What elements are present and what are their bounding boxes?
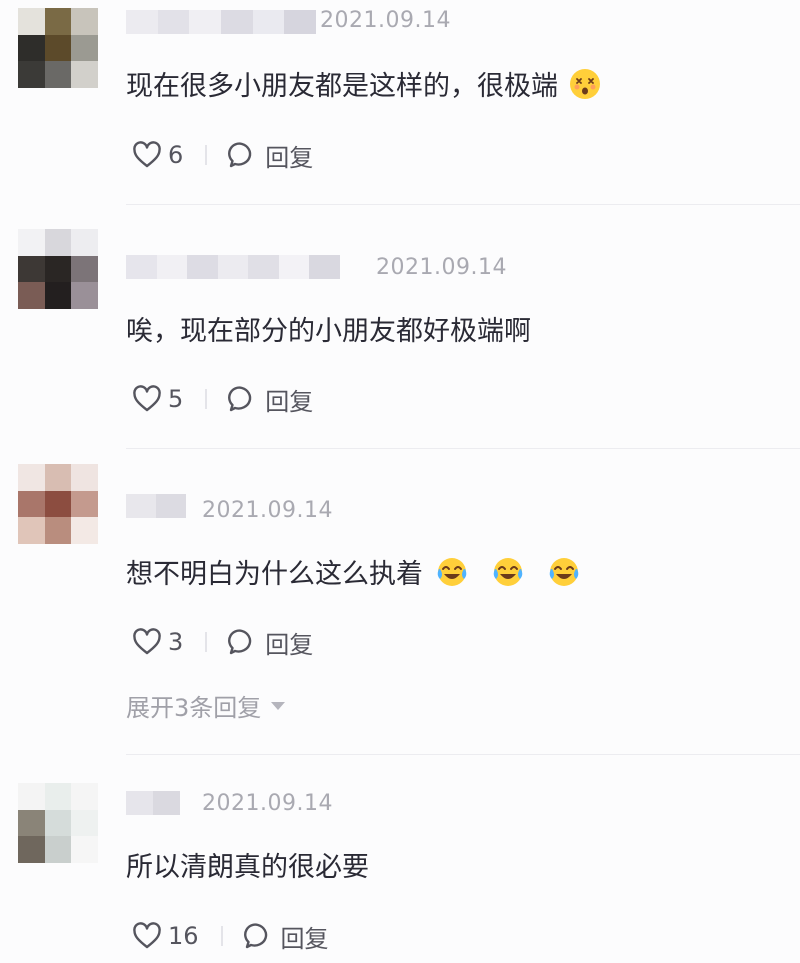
- reply-label: 回复: [265, 143, 314, 172]
- reply-button[interactable]: 回复: [227, 138, 313, 173]
- reply-label: 回复: [280, 924, 329, 953]
- username-blurred[interactable]: [126, 791, 180, 815]
- heart-icon: [133, 628, 161, 655]
- comment-text: 想不明白为什么这么执着: [126, 552, 581, 591]
- avatar[interactable]: [18, 783, 98, 863]
- username-blurred[interactable]: [126, 494, 186, 518]
- avatar[interactable]: [18, 229, 98, 309]
- like-button[interactable]: 16: [132, 922, 199, 950]
- comment-actions: 3 回复: [132, 624, 313, 660]
- divider: [205, 389, 208, 409]
- reply-label: 回复: [265, 630, 314, 659]
- comment-date: 2021.09.14: [320, 8, 451, 33]
- like-button[interactable]: 5: [132, 385, 183, 413]
- dizzy-face-emoji-icon: [570, 68, 600, 99]
- comment-item: 2021.09.14 唉，现在部分的小朋友都好极端啊 5 回复: [0, 205, 800, 450]
- divider: [205, 632, 208, 652]
- comment-text: 现在很多小朋友都是这样的，很极端: [126, 64, 602, 103]
- username-blurred[interactable]: [126, 255, 340, 279]
- speech-bubble-icon: [228, 142, 252, 168]
- avatar[interactable]: [18, 464, 98, 544]
- crying-laughing-emoji-icon: [437, 557, 467, 586]
- expand-replies-button[interactable]: 展开3条回复: [126, 688, 286, 723]
- comment-item: 2021.09.14 现在很多小朋友都是这样的，很极端 6 回复: [0, 0, 800, 205]
- heart-icon: [133, 385, 161, 412]
- reply-button[interactable]: 回复: [227, 625, 313, 660]
- comment-item: 2021.09.14 想不明白为什么这么执着 3 回复: [0, 450, 800, 755]
- comment-date: 2021.09.14: [202, 498, 333, 523]
- comment-text-content: 想不明白为什么这么执着: [126, 559, 423, 590]
- like-button[interactable]: 6: [132, 141, 183, 169]
- comment-actions: 16 回复: [132, 918, 329, 954]
- username-blurred[interactable]: [126, 10, 316, 34]
- heart-icon: [133, 141, 161, 168]
- comment-date: 2021.09.14: [376, 255, 507, 280]
- comment-text-content: 唉，现在部分的小朋友都好极端啊: [126, 316, 531, 347]
- speech-bubble-icon: [228, 629, 252, 655]
- speech-bubble-icon: [228, 386, 252, 412]
- reply-label: 回复: [265, 387, 314, 416]
- like-count: 16: [168, 922, 199, 950]
- comment-text-content: 现在很多小朋友都是这样的，很极端: [126, 71, 558, 102]
- speech-bubble-icon: [243, 923, 267, 949]
- reply-button[interactable]: 回复: [227, 382, 313, 417]
- comment-text: 所以清朗真的很必要: [126, 845, 369, 884]
- like-count: 5: [168, 385, 184, 413]
- divider: [220, 926, 223, 946]
- comment-text-content: 所以清朗真的很必要: [126, 852, 369, 883]
- like-button[interactable]: 3: [132, 628, 183, 656]
- divider: [126, 448, 800, 449]
- comment-item: 2021.09.14 所以清朗真的很必要 16 回复: [0, 755, 800, 963]
- comment-actions: 5 回复: [132, 381, 313, 417]
- caret-down-icon: [271, 701, 286, 710]
- divider: [205, 145, 208, 165]
- heart-icon: [133, 922, 161, 949]
- comment-actions: 6 回复: [132, 137, 313, 173]
- crying-laughing-emoji-icon: [549, 557, 579, 586]
- expand-replies-label: 展开3条回复: [126, 694, 262, 722]
- like-count: 6: [168, 141, 184, 169]
- comment-date: 2021.09.14: [202, 791, 333, 816]
- reply-button[interactable]: 回复: [243, 919, 329, 954]
- crying-laughing-emoji-icon: [493, 557, 523, 586]
- like-count: 3: [168, 628, 184, 656]
- comment-text: 唉，现在部分的小朋友都好极端啊: [126, 309, 531, 348]
- avatar[interactable]: [18, 8, 98, 88]
